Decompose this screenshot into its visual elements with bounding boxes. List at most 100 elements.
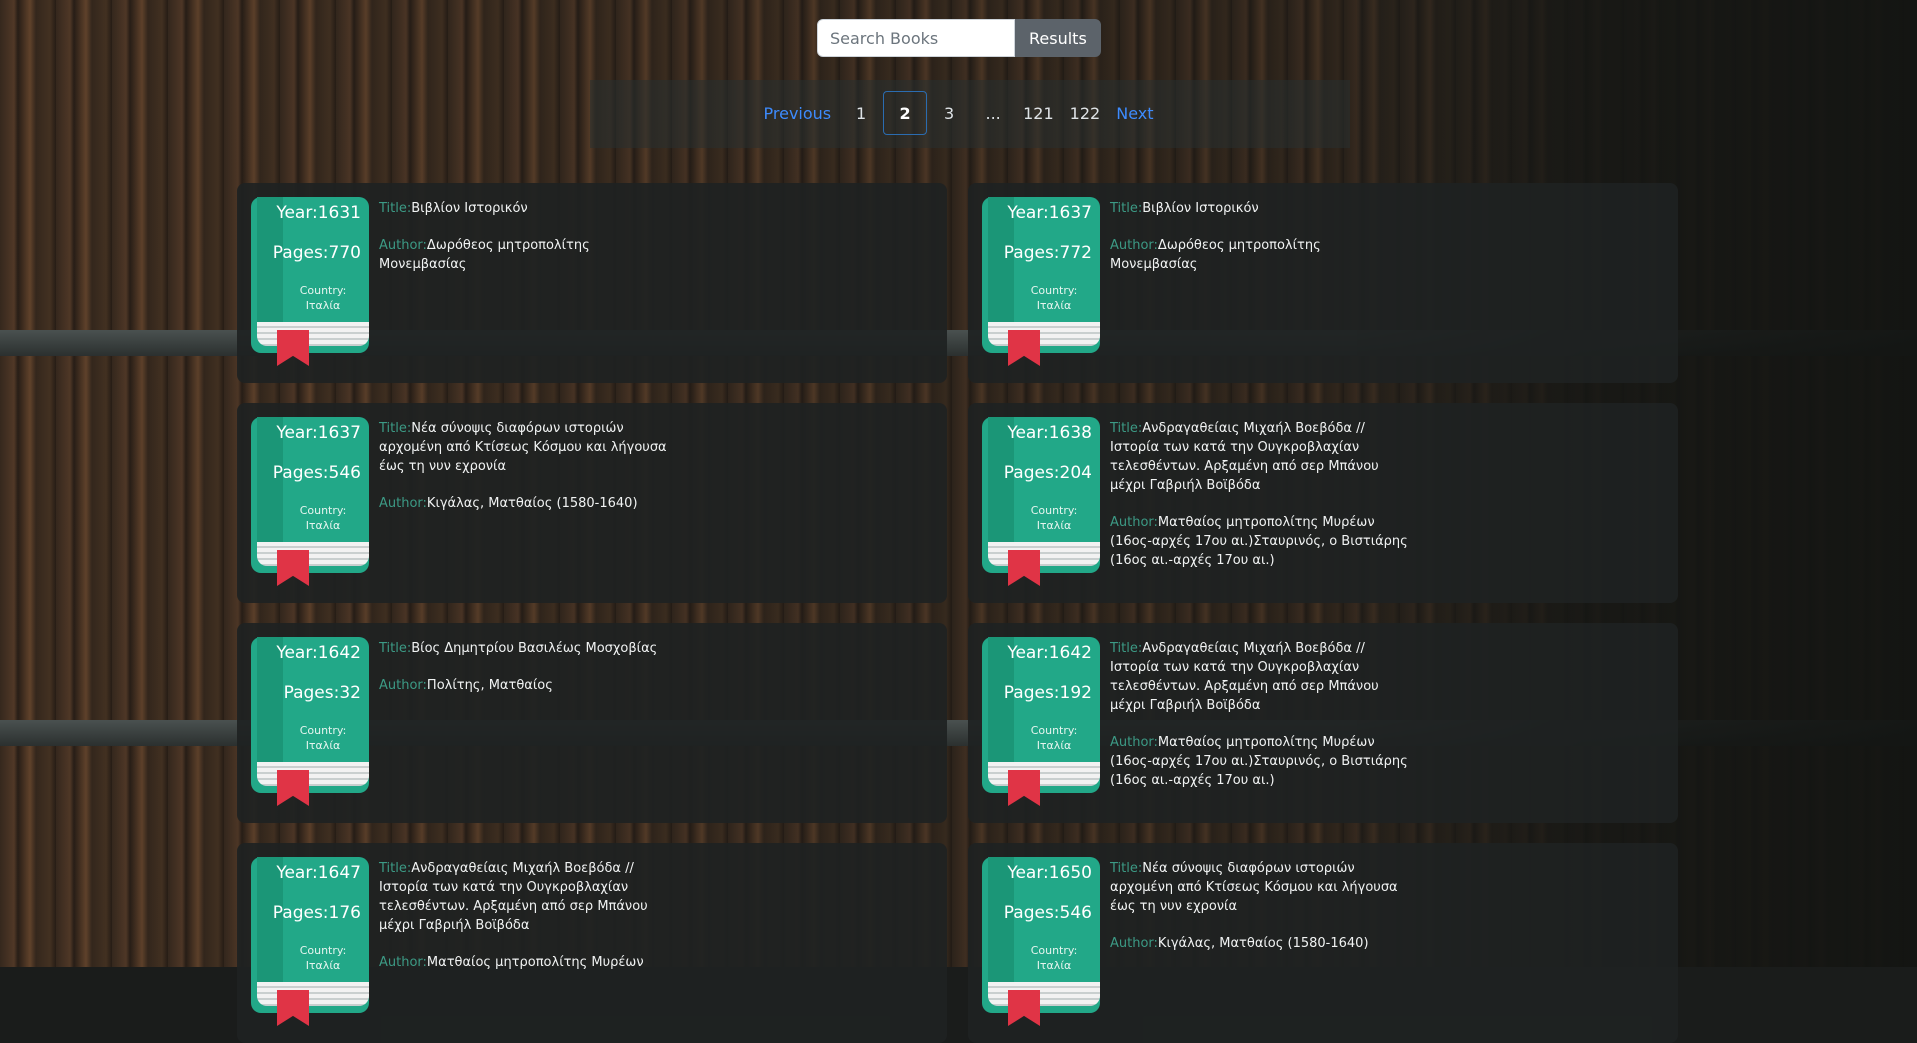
pages-value: Pages:772 [1003, 243, 1092, 263]
country-value: Country: Ιταλία [1030, 724, 1078, 752]
title-line: Title:Βιβλίον Ιστορικόν [1110, 201, 1259, 216]
book-title: Ανδραγαθείαις Μιχαήλ Βοεβόδα // Ιστορία … [379, 861, 648, 933]
search-bar: Results [817, 19, 1101, 57]
book-card[interactable]: Year:1647 Pages:176 Country: Ιταλία Title… [237, 843, 947, 1043]
author-line: Author:Ματθαίος μητροπολίτης Μυρέων (16ο… [1110, 515, 1408, 568]
book-info: Title:Νέα σύνοψις διαφόρων ιστοριών αρχο… [1110, 859, 1410, 971]
book-icon: Year:1638 Pages:204 Country: Ιταλία [982, 417, 1100, 586]
book-author: Ματθαίος μητροπολίτης Μυρέων [426, 955, 644, 970]
book-card[interactable]: Year:1650 Pages:546 Country: Ιταλία Title… [968, 843, 1678, 1043]
pages-value: Pages:176 [272, 903, 361, 923]
pagination-page-122[interactable]: 122 [1062, 91, 1109, 135]
country-value: Country: Ιταλία [299, 504, 347, 532]
title-line: Title:Βίος Δημητρίου Βασιλέως Μοσχοβίας [379, 641, 658, 656]
book-pages-edge [257, 322, 369, 346]
year-value: Year:1637 [1007, 203, 1092, 223]
bookmark-ribbon-icon [1008, 770, 1040, 806]
year-value: Year:1647 [276, 863, 361, 883]
book-icon: Year:1642 Pages:192 Country: Ιταλία [982, 637, 1100, 806]
book-title: Βιβλίον Ιστορικόν [411, 201, 528, 216]
year-value: Year:1637 [276, 423, 361, 443]
country-value: Country: Ιταλία [1030, 284, 1078, 312]
book-card[interactable]: Year:1637 Pages:546 Country: Ιταλία Title… [237, 403, 947, 603]
title-line: Title:Νέα σύνοψις διαφόρων ιστοριών αρχο… [379, 421, 667, 474]
book-info: Title:Ανδραγαθείαις Μιχαήλ Βοεβόδα // Ισ… [379, 859, 679, 990]
book-icon: Year:1637 Pages:546 Country: Ιταλία [251, 417, 369, 586]
author-line: Author:Ματθαίος μητροπολίτης Μυρέων (16ο… [1110, 735, 1408, 788]
pagination: Previous 1 2 3 ... 121 122 Next [0, 91, 1917, 135]
title-line: Title:Βιβλίον Ιστορικόν [379, 201, 528, 216]
book-author: Πολίτης, Ματθαίος [426, 678, 553, 693]
title-line: Title:Ανδραγαθείαις Μιχαήλ Βοεβόδα // Ισ… [379, 861, 648, 933]
pagination-page-1[interactable]: 1 [839, 91, 883, 135]
book-title: Βίος Δημητρίου Βασιλέως Μοσχοβίας [411, 641, 658, 656]
author-line: Author:Ματθαίος μητροπολίτης Μυρέων [379, 955, 644, 970]
pages-value: Pages:546 [272, 463, 361, 483]
pages-value: Pages:546 [1003, 903, 1092, 923]
book-pages-edge [988, 982, 1100, 1006]
country-value: Country: Ιταλία [299, 724, 347, 752]
year-value: Year:1638 [1007, 423, 1092, 443]
year-value: Year:1642 [276, 643, 361, 663]
title-line: Title:Νέα σύνοψις διαφόρων ιστοριών αρχο… [1110, 861, 1398, 914]
book-pages-edge [257, 762, 369, 786]
book-info: Title:Βιβλίον Ιστορικόν Author:Δωρόθεος … [1110, 199, 1410, 292]
book-pages-edge [988, 322, 1100, 346]
book-pages-edge [257, 982, 369, 1006]
pages-value: Pages:770 [272, 243, 361, 263]
book-icon: Year:1647 Pages:176 Country: Ιταλία [251, 857, 369, 1026]
bookmark-ribbon-icon [277, 770, 309, 806]
pagination-page-121[interactable]: 121 [1015, 91, 1062, 135]
book-title: Νέα σύνοψις διαφόρων ιστοριών αρχομένη α… [379, 421, 667, 474]
pagination-previous[interactable]: Previous [756, 91, 840, 135]
author-line: Author:Πολίτης, Ματθαίος [379, 678, 553, 693]
book-title: Ανδραγαθείαις Μιχαήλ Βοεβόδα // Ιστορία … [1110, 641, 1379, 713]
bookmark-ribbon-icon [1008, 330, 1040, 366]
book-icon: Year:1650 Pages:546 Country: Ιταλία [982, 857, 1100, 1026]
bookmark-ribbon-icon [277, 330, 309, 366]
pages-value: Pages:192 [1003, 683, 1092, 703]
book-author: Κιγάλας, Ματθαίος (1580-1640) [1157, 936, 1369, 951]
book-title: Ανδραγαθείαις Μιχαήλ Βοεβόδα // Ιστορία … [1110, 421, 1379, 493]
book-icon: Year:1637 Pages:772 Country: Ιταλία [982, 197, 1100, 366]
book-card[interactable]: Year:1637 Pages:772 Country: Ιταλία Title… [968, 183, 1678, 383]
bookmark-ribbon-icon [277, 550, 309, 586]
search-input[interactable] [817, 19, 1015, 57]
book-info: Title:Ανδραγαθείαις Μιχαήλ Βοεβόδα // Ισ… [1110, 639, 1410, 808]
pagination-ellipsis: ... [985, 103, 1001, 123]
book-info: Title:Βιβλίον Ιστορικόν Author:Δωρόθεος … [379, 199, 679, 292]
book-icon: Year:1631 Pages:770 Country: Ιταλία [251, 197, 369, 366]
book-info: Title:Βίος Δημητρίου Βασιλέως Μοσχοβίας … [379, 639, 679, 713]
country-value: Country: Ιταλία [1030, 504, 1078, 532]
book-card[interactable]: Year:1631 Pages:770 Country: Ιταλία Title… [237, 183, 947, 383]
book-card[interactable]: Year:1642 Pages:192 Country: Ιταλία Title… [968, 623, 1678, 823]
book-info: Title:Νέα σύνοψις διαφόρων ιστοριών αρχο… [379, 419, 679, 531]
book-info: Title:Ανδραγαθείαις Μιχαήλ Βοεβόδα // Ισ… [1110, 419, 1410, 588]
year-value: Year:1642 [1007, 643, 1092, 663]
book-pages-edge [988, 762, 1100, 786]
book-author: Κιγάλας, Ματθαίος (1580-1640) [426, 496, 638, 511]
book-card[interactable]: Year:1642 Pages:32 Country: Ιταλία Title:… [237, 623, 947, 823]
book-pages-edge [988, 542, 1100, 566]
book-card[interactable]: Year:1638 Pages:204 Country: Ιταλία Title… [968, 403, 1678, 603]
author-line: Author:Κιγάλας, Ματθαίος (1580-1640) [1110, 936, 1369, 951]
results-button[interactable]: Results [1015, 19, 1101, 57]
year-value: Year:1650 [1007, 863, 1092, 883]
book-pages-edge [257, 542, 369, 566]
year-value: Year:1631 [276, 203, 361, 223]
pages-value: Pages:204 [1003, 463, 1092, 483]
title-line: Title:Ανδραγαθείαις Μιχαήλ Βοεβόδα // Ισ… [1110, 641, 1379, 713]
bookmark-ribbon-icon [277, 990, 309, 1026]
bookmark-ribbon-icon [1008, 990, 1040, 1026]
pagination-page-3[interactable]: 3 [927, 91, 971, 135]
pagination-next[interactable]: Next [1108, 91, 1161, 135]
pages-value: Pages:32 [283, 683, 361, 703]
country-value: Country: Ιταλία [299, 284, 347, 312]
author-line: Author:Δωρόθεος μητροπολίτης Μονεμβασίας [1110, 238, 1321, 272]
author-line: Author:Δωρόθεος μητροπολίτης Μονεμβασίας [379, 238, 590, 272]
title-line: Title:Ανδραγαθείαις Μιχαήλ Βοεβόδα // Ισ… [1110, 421, 1379, 493]
pagination-page-2-active[interactable]: 2 [883, 91, 928, 135]
book-title: Νέα σύνοψις διαφόρων ιστοριών αρχομένη α… [1110, 861, 1398, 914]
book-title: Βιβλίον Ιστορικόν [1142, 201, 1259, 216]
country-value: Country: Ιταλία [1030, 944, 1078, 972]
